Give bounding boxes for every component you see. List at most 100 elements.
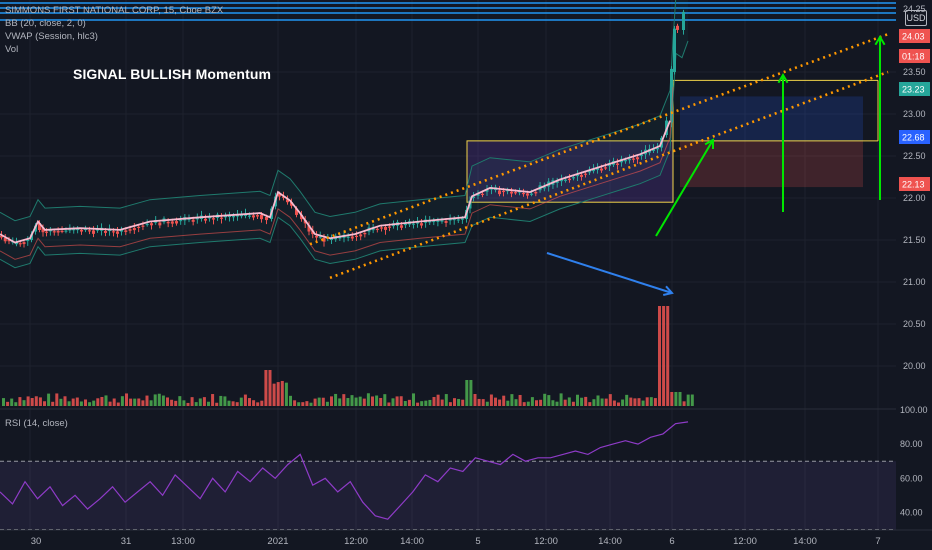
- candle-body[interactable]: [440, 220, 444, 222]
- candle-body[interactable]: [481, 193, 484, 195]
- candle-body[interactable]: [52, 231, 56, 233]
- candle-body[interactable]: [60, 230, 64, 233]
- candle-body[interactable]: [166, 221, 170, 224]
- candle-body[interactable]: [220, 217, 223, 219]
- candle-body[interactable]: [600, 168, 603, 171]
- volume-bar: [161, 395, 165, 406]
- volume-bar: [71, 398, 75, 406]
- candle-body[interactable]: [420, 223, 423, 226]
- price-label: 01:18: [902, 52, 925, 62]
- candle-body[interactable]: [676, 25, 679, 30]
- candle-body[interactable]: [260, 214, 263, 220]
- candle-body[interactable]: [232, 216, 235, 218]
- candle-body[interactable]: [568, 178, 571, 181]
- volume-bar: [498, 399, 502, 406]
- candle-body[interactable]: [104, 230, 107, 233]
- time-tick-label: 14:00: [793, 536, 817, 547]
- candle-body[interactable]: [636, 157, 639, 160]
- time-tick-label: 12:00: [733, 536, 757, 547]
- candle-body[interactable]: [359, 234, 363, 237]
- candle-body[interactable]: [158, 222, 162, 226]
- candle-body[interactable]: [584, 173, 587, 175]
- vol-legend[interactable]: Vol: [5, 43, 223, 56]
- candle-body[interactable]: [534, 192, 538, 194]
- volume-bar: [690, 394, 694, 406]
- candle-body[interactable]: [191, 219, 195, 222]
- candle-body[interactable]: [124, 230, 128, 232]
- vwap-legend[interactable]: VWAP (Session, hlc3): [5, 30, 223, 43]
- candle-body[interactable]: [170, 221, 174, 224]
- candle-body[interactable]: [460, 218, 464, 220]
- candle-body[interactable]: [530, 193, 533, 195]
- candle-body[interactable]: [137, 226, 141, 228]
- candle-body[interactable]: [112, 231, 115, 233]
- candle-body[interactable]: [444, 220, 448, 223]
- candle-body[interactable]: [502, 190, 505, 193]
- candle-body[interactable]: [179, 219, 183, 222]
- candle-body[interactable]: [564, 179, 567, 181]
- volume-bar: [88, 402, 92, 406]
- rsi-legend[interactable]: RSI (14, close): [5, 418, 68, 429]
- volume-bar: [539, 399, 543, 406]
- candle-body[interactable]: [265, 216, 268, 221]
- candle-body[interactable]: [80, 229, 83, 232]
- candle-body[interactable]: [92, 230, 95, 234]
- candle-body[interactable]: [248, 215, 251, 217]
- candle-body[interactable]: [128, 229, 132, 231]
- candle-body[interactable]: [380, 227, 383, 229]
- candle-body[interactable]: [350, 236, 354, 239]
- symbol-legend[interactable]: SIMMONS FIRST NATIONAL CORP, 15, Cboe BZ…: [5, 4, 223, 17]
- volume-bar: [530, 397, 534, 406]
- volume-bar: [387, 402, 391, 406]
- candle-body[interactable]: [514, 192, 517, 194]
- candle-body[interactable]: [346, 236, 350, 238]
- candle-body[interactable]: [384, 226, 387, 230]
- candle-body[interactable]: [526, 193, 529, 196]
- candle-body[interactable]: [580, 174, 583, 177]
- candle-body[interactable]: [375, 228, 379, 230]
- candle-body[interactable]: [628, 159, 631, 161]
- candle-body[interactable]: [604, 167, 607, 169]
- candle-body[interactable]: [45, 231, 48, 233]
- volume-bar: [243, 394, 247, 406]
- candle-body[interactable]: [212, 218, 215, 220]
- candle-body[interactable]: [456, 219, 460, 221]
- candle-body[interactable]: [64, 230, 68, 232]
- candle-body[interactable]: [175, 221, 178, 224]
- bb-legend[interactable]: BB (20, close, 2, 0): [5, 17, 223, 30]
- candle-body[interactable]: [616, 163, 619, 165]
- candle-body[interactable]: [18, 243, 22, 245]
- candle-body[interactable]: [522, 192, 525, 195]
- candle-body[interactable]: [572, 177, 575, 179]
- candle-body[interactable]: [682, 11, 685, 30]
- trading-chart[interactable]: 24.2523.5023.0022.5022.0021.5021.0020.50…: [0, 0, 932, 550]
- candle-body[interactable]: [510, 191, 513, 194]
- candle-body[interactable]: [404, 223, 407, 226]
- candle-body[interactable]: [116, 231, 119, 234]
- candle-body[interactable]: [400, 225, 403, 228]
- candle-body[interactable]: [632, 158, 635, 160]
- candle-body[interactable]: [256, 215, 259, 217]
- volume-bar: [600, 398, 604, 406]
- candle-body[interactable]: [498, 190, 501, 195]
- candle-body[interactable]: [252, 215, 255, 218]
- candle-body[interactable]: [141, 225, 145, 227]
- candle-body[interactable]: [88, 230, 91, 232]
- candle-body[interactable]: [412, 223, 415, 225]
- candle-body[interactable]: [436, 220, 440, 222]
- volume-bar: [580, 397, 584, 406]
- candle-body[interactable]: [388, 226, 391, 228]
- candle-body[interactable]: [624, 160, 627, 162]
- candle-body[interactable]: [132, 228, 136, 231]
- candle-body[interactable]: [673, 28, 676, 73]
- candle-body[interactable]: [150, 223, 153, 226]
- candle-body[interactable]: [355, 235, 358, 237]
- candle-body[interactable]: [145, 223, 149, 226]
- candle-body[interactable]: [363, 233, 367, 235]
- candle-body[interactable]: [22, 242, 26, 245]
- candle-body[interactable]: [315, 235, 318, 238]
- volume-bar: [637, 398, 641, 406]
- candle-body[interactable]: [56, 231, 60, 233]
- candle-body[interactable]: [204, 218, 207, 221]
- currency-button[interactable]: USD: [905, 10, 927, 26]
